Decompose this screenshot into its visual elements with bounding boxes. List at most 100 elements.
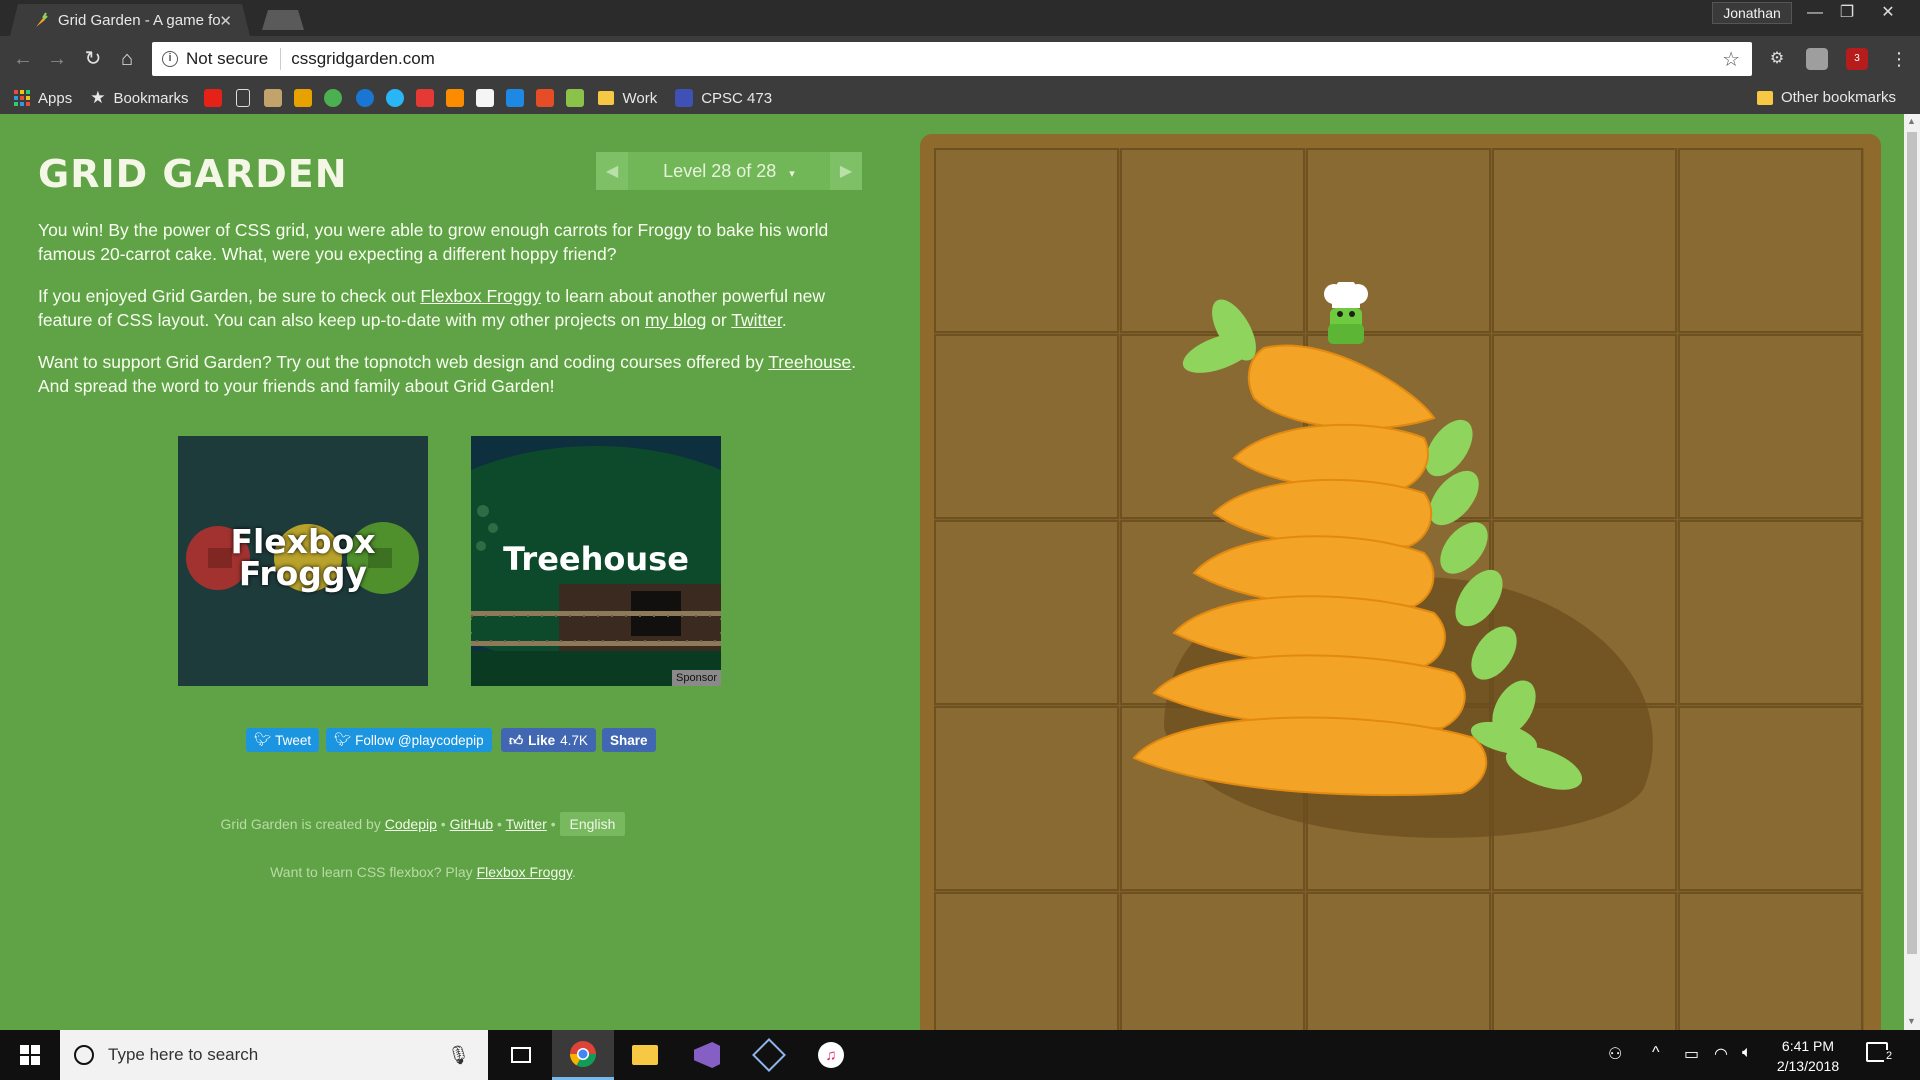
taskbar-itunes[interactable]: ♫: [800, 1030, 862, 1080]
twitter-bird-icon: 🐦︎: [334, 732, 352, 747]
battery-icon[interactable]: ▭: [1684, 1044, 1699, 1064]
bookmark-cpsc[interactable]: CPSC 473: [675, 89, 780, 107]
p2-text-4: .: [781, 310, 787, 330]
treehouse-link[interactable]: Treehouse: [768, 352, 851, 372]
bookmark-icon-3[interactable]: [324, 89, 343, 107]
scroll-down-icon[interactable]: ▼: [1907, 1016, 1916, 1026]
promo-paragraph: If you enjoyed Grid Garden, be sure to c…: [38, 284, 868, 332]
scrollbar-thumb[interactable]: [1907, 132, 1917, 954]
other-bookmarks[interactable]: Other bookmarks: [1756, 89, 1904, 106]
taskbar-search-box[interactable]: Type here to search 🎙︎: [60, 1030, 488, 1080]
volume-icon[interactable]: 🔈︎: [1742, 1044, 1752, 1062]
virtualbox-icon: [752, 1038, 786, 1072]
folder-icon: [598, 91, 615, 105]
bookmark-cpsc-label: CPSC 473: [701, 89, 773, 107]
show-hidden-icons[interactable]: ^: [1652, 1044, 1660, 1062]
tab-close-icon[interactable]: ✕: [219, 12, 232, 30]
bookmark-icon-2[interactable]: [294, 89, 313, 107]
codepip-link[interactable]: Codepip: [385, 816, 437, 832]
tab-title: Grid Garden - A game fo: [58, 11, 221, 29]
taskbar-clock[interactable]: 6:41 PM 2/13/2018: [1770, 1036, 1846, 1076]
bookmark-apps[interactable]: Apps: [14, 90, 80, 107]
browser-tab-active[interactable]: Grid Garden - A game fo ✕: [10, 4, 250, 36]
cortana-icon: [74, 1045, 94, 1065]
carrot-favicon-icon: [32, 12, 48, 28]
ublock-extension-icon[interactable]: 3: [1846, 48, 1868, 70]
treehouse-promo[interactable]: Treehouse Sponsor: [471, 436, 721, 686]
microphone-icon[interactable]: 🎙︎: [447, 1045, 470, 1066]
chef-frog-icon: [1324, 282, 1368, 344]
bookmark-icon-5[interactable]: [386, 89, 405, 107]
scroll-up-icon[interactable]: ▲: [1907, 116, 1916, 126]
taskbar-file-explorer[interactable]: [614, 1030, 676, 1080]
garden-cell: [1678, 892, 1863, 1030]
bookmark-icon-8[interactable]: [476, 89, 495, 107]
p3-text-1: Want to support Grid Garden? Try out the…: [38, 352, 769, 372]
github-link[interactable]: GitHub: [450, 816, 494, 832]
close-window-icon[interactable]: ✕: [1872, 2, 1904, 24]
bookmark-icon-9[interactable]: [506, 89, 525, 107]
bookmark-star-icon[interactable]: ☆: [1722, 47, 1740, 72]
back-icon[interactable]: ←: [10, 46, 36, 72]
reload-icon[interactable]: ↻: [80, 46, 106, 72]
youtube-icon[interactable]: [204, 89, 223, 107]
taskbar-virtualbox[interactable]: [738, 1030, 800, 1080]
url-text[interactable]: cssgridgarden.com: [291, 49, 435, 69]
facebook-like-button[interactable]: 👍︎ Like 4.7K: [501, 728, 596, 752]
address-bar[interactable]: i Not secure cssgridgarden.com ☆: [152, 42, 1752, 76]
clock-date: 2/13/2018: [1776, 1058, 1840, 1074]
notification-center-icon[interactable]: 2: [1866, 1042, 1895, 1067]
bookmark-icon-10[interactable]: [566, 89, 585, 107]
new-tab-button[interactable]: [262, 10, 304, 30]
level-indicator[interactable]: Level 28 of 28 ▾: [628, 161, 830, 182]
facebook-share-button[interactable]: Share: [602, 728, 656, 752]
visual-studio-icon: [694, 1042, 720, 1068]
bookmark-icon-6[interactable]: [416, 89, 435, 107]
taskbar-visual-studio[interactable]: [676, 1030, 738, 1080]
bookmark-icon-7[interactable]: [446, 89, 465, 107]
follow-button[interactable]: 🐦︎ Follow @playcodepip: [326, 728, 492, 752]
twitter-link[interactable]: Twitter: [731, 310, 782, 330]
tweet-label: Tweet: [275, 732, 312, 748]
people-icon[interactable]: ⚇: [1608, 1044, 1622, 1064]
info-icon[interactable]: i: [162, 51, 178, 67]
bookmark-folder-work[interactable]: Work: [598, 90, 665, 107]
garden-soil: [934, 148, 1864, 1030]
page-scrollbar[interactable]: ▲ ▼: [1904, 114, 1920, 1030]
dropdown-caret-icon: ▾: [789, 167, 795, 180]
windows-start-button[interactable]: [0, 1030, 60, 1080]
footer-flexbox-froggy-link[interactable]: Flexbox Froggy: [477, 864, 572, 880]
bookmark-icon-1[interactable]: [264, 89, 283, 107]
my-blog-link[interactable]: my blog: [645, 310, 706, 330]
restore-icon[interactable]: ❐: [1831, 2, 1863, 24]
flexbox-froggy-link[interactable]: Flexbox Froggy: [420, 286, 541, 306]
extension-translate-icon[interactable]: [1806, 48, 1828, 70]
previous-level-button[interactable]: ◀: [596, 152, 628, 190]
garden-cell: [934, 334, 1119, 519]
garden-board: [920, 134, 1881, 1030]
wifi-icon[interactable]: ◠: [1714, 1044, 1728, 1064]
taskbar-chrome[interactable]: [552, 1030, 614, 1080]
tweet-button[interactable]: 🐦︎ Tweet: [246, 728, 320, 752]
profile-button[interactable]: Jonathan: [1712, 2, 1792, 24]
page-icon[interactable]: [236, 89, 251, 107]
home-icon[interactable]: ⌂: [114, 46, 140, 72]
flexbox-froggy-promo[interactable]: Flexbox Froggy: [178, 436, 428, 686]
extension-gear-icon[interactable]: ⚙: [1766, 48, 1788, 70]
search-placeholder: Type here to search: [108, 1045, 259, 1064]
next-level-button[interactable]: ▶: [830, 152, 862, 190]
minimize-icon[interactable]: —: [1799, 2, 1831, 24]
garden-cell: [1678, 148, 1863, 333]
forward-icon[interactable]: →: [44, 46, 70, 72]
language-selector[interactable]: English: [559, 812, 626, 836]
html5-icon[interactable]: [536, 89, 555, 107]
chrome-menu-icon[interactable]: ⋮: [1890, 46, 1908, 72]
level-label: Level 28 of 28: [663, 160, 777, 181]
windows-taskbar: Type here to search 🎙︎ ♫ ⚇ ^ ▭ ◠ 🔈︎ 6:41…: [0, 1030, 1920, 1080]
task-view-button[interactable]: [490, 1030, 552, 1080]
p2-text-3: or: [706, 310, 732, 330]
footer-twitter-link[interactable]: Twitter: [506, 816, 547, 832]
win-message: You win! By the power of CSS grid, you w…: [38, 220, 829, 264]
bookmark-bookmarks[interactable]: ★ Bookmarks: [90, 88, 196, 108]
bookmark-icon-4[interactable]: [356, 89, 375, 107]
